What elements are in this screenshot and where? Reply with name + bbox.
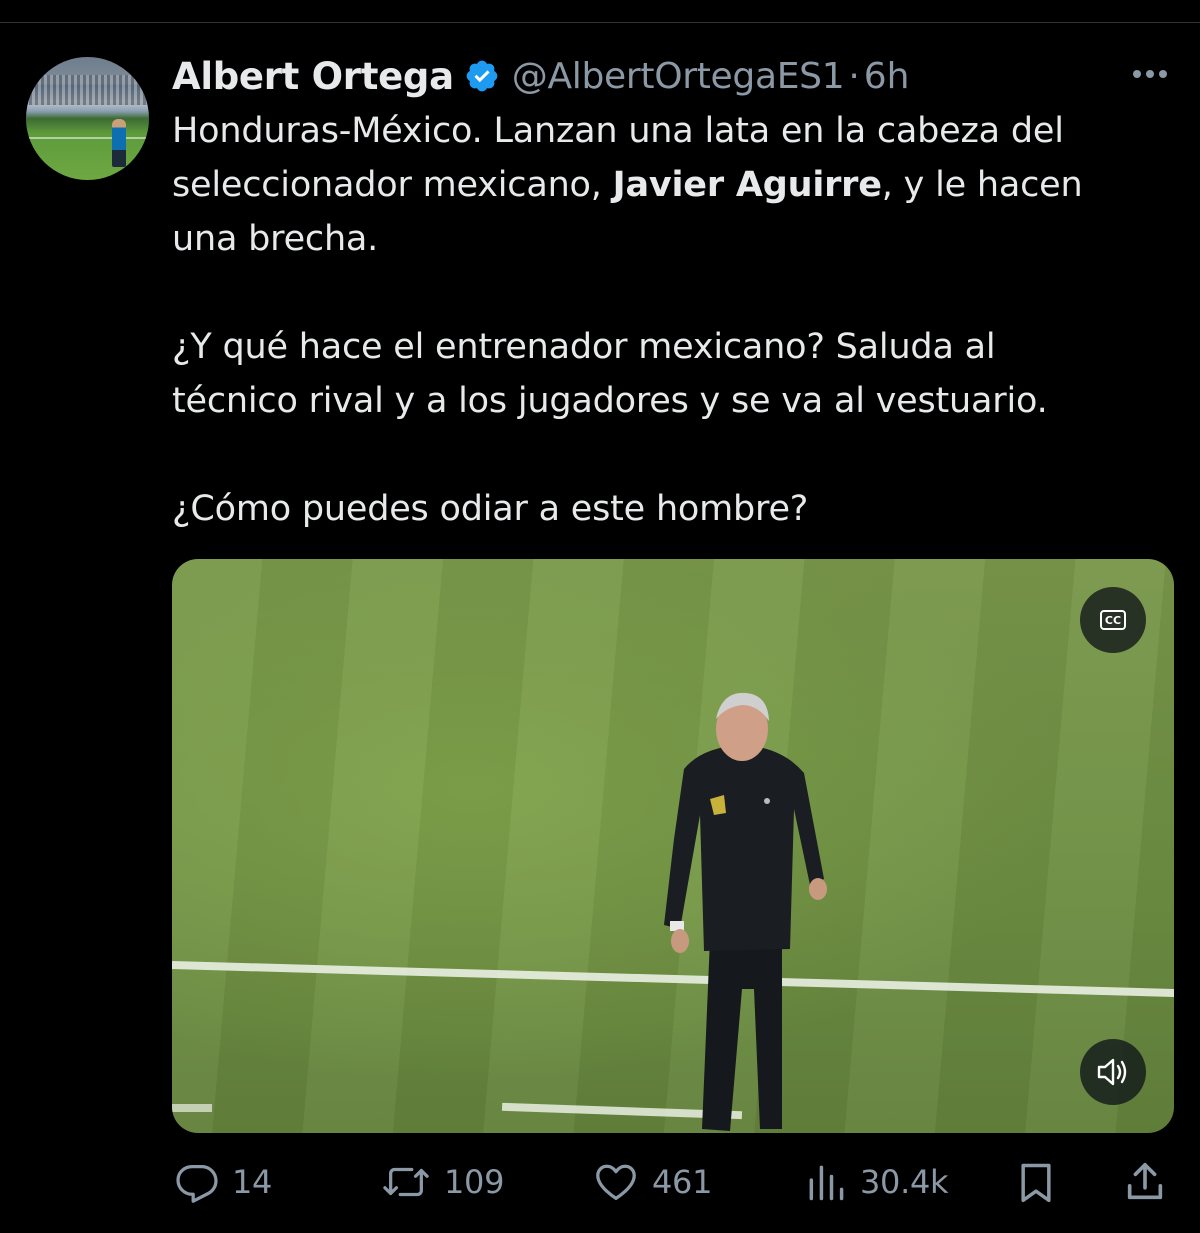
video-player[interactable]: CC — [172, 559, 1174, 1133]
more-options-icon[interactable] — [1124, 56, 1176, 92]
tweet-actions: 14 109 461 30.4k — [172, 1152, 1172, 1212]
avatar[interactable] — [26, 57, 149, 180]
more-dot — [1133, 70, 1141, 78]
text-segment: seleccionador mexicano, — [172, 165, 613, 205]
reply-icon — [176, 1165, 218, 1203]
like-button[interactable]: 461 — [592, 1152, 712, 1212]
tweet[interactable]: Albert Ortega @AlbertOrtegaES1 · 6h Hond… — [0, 0, 1200, 1233]
views-chart-icon — [809, 1165, 844, 1201]
speaker-icon — [1097, 1058, 1127, 1086]
text-line: ¿Cómo puedes odiar a este hombre? — [172, 489, 809, 529]
verified-badge-icon[interactable] — [464, 58, 500, 94]
reply-count: 14 — [232, 1163, 273, 1201]
text-line: ¿Y qué hace el entrenador mexicano? Salu… — [172, 327, 996, 367]
more-dot — [1159, 70, 1167, 78]
avatar-pitch-line — [26, 137, 149, 139]
pitch-line — [172, 1104, 212, 1112]
retweet-count: 109 — [444, 1163, 505, 1201]
heart-icon — [596, 1164, 636, 1200]
reply-button[interactable]: 14 — [174, 1152, 272, 1212]
share-button[interactable] — [1122, 1152, 1168, 1212]
retweet-button[interactable]: 109 — [380, 1152, 504, 1212]
cc-icon: CC — [1100, 610, 1126, 630]
avatar-person — [112, 119, 126, 167]
author-handle[interactable]: @AlbertOrtegaES1 — [512, 56, 845, 97]
tweet-header: Albert Ortega @AlbertOrtegaES1 · 6h — [172, 52, 910, 100]
header-separator: · — [848, 55, 860, 97]
like-count: 461 — [652, 1163, 713, 1201]
text-line: una brecha. — [172, 219, 379, 259]
text-line: Honduras-México. Lanzan una lata en la c… — [172, 111, 1064, 151]
author-name[interactable]: Albert Ortega — [172, 55, 454, 98]
bold-name: Javier Aguirre — [612, 165, 882, 205]
retweet-icon — [383, 1167, 429, 1197]
volume-button[interactable] — [1080, 1039, 1146, 1105]
text-line: seleccionador mexicano, Javier Aguirre, … — [172, 158, 1172, 212]
bookmark-icon — [1021, 1163, 1051, 1203]
coach-figure — [664, 692, 827, 1131]
share-icon — [1127, 1162, 1163, 1200]
views-count: 30.4k — [860, 1163, 949, 1201]
more-dot — [1146, 70, 1154, 78]
tweet-timestamp[interactable]: 6h — [864, 56, 910, 97]
avatar-stadium-stand — [26, 75, 149, 105]
captions-button[interactable]: CC — [1080, 587, 1146, 653]
bookmark-button[interactable] — [1014, 1152, 1058, 1212]
text-segment: , y le hacen — [881, 165, 1083, 205]
tweet-text: Honduras-México. Lanzan una lata en la c… — [172, 104, 1172, 536]
text-line: técnico rival y a los jugadores y se va … — [172, 381, 1048, 421]
views-button[interactable]: 30.4k — [804, 1152, 949, 1212]
